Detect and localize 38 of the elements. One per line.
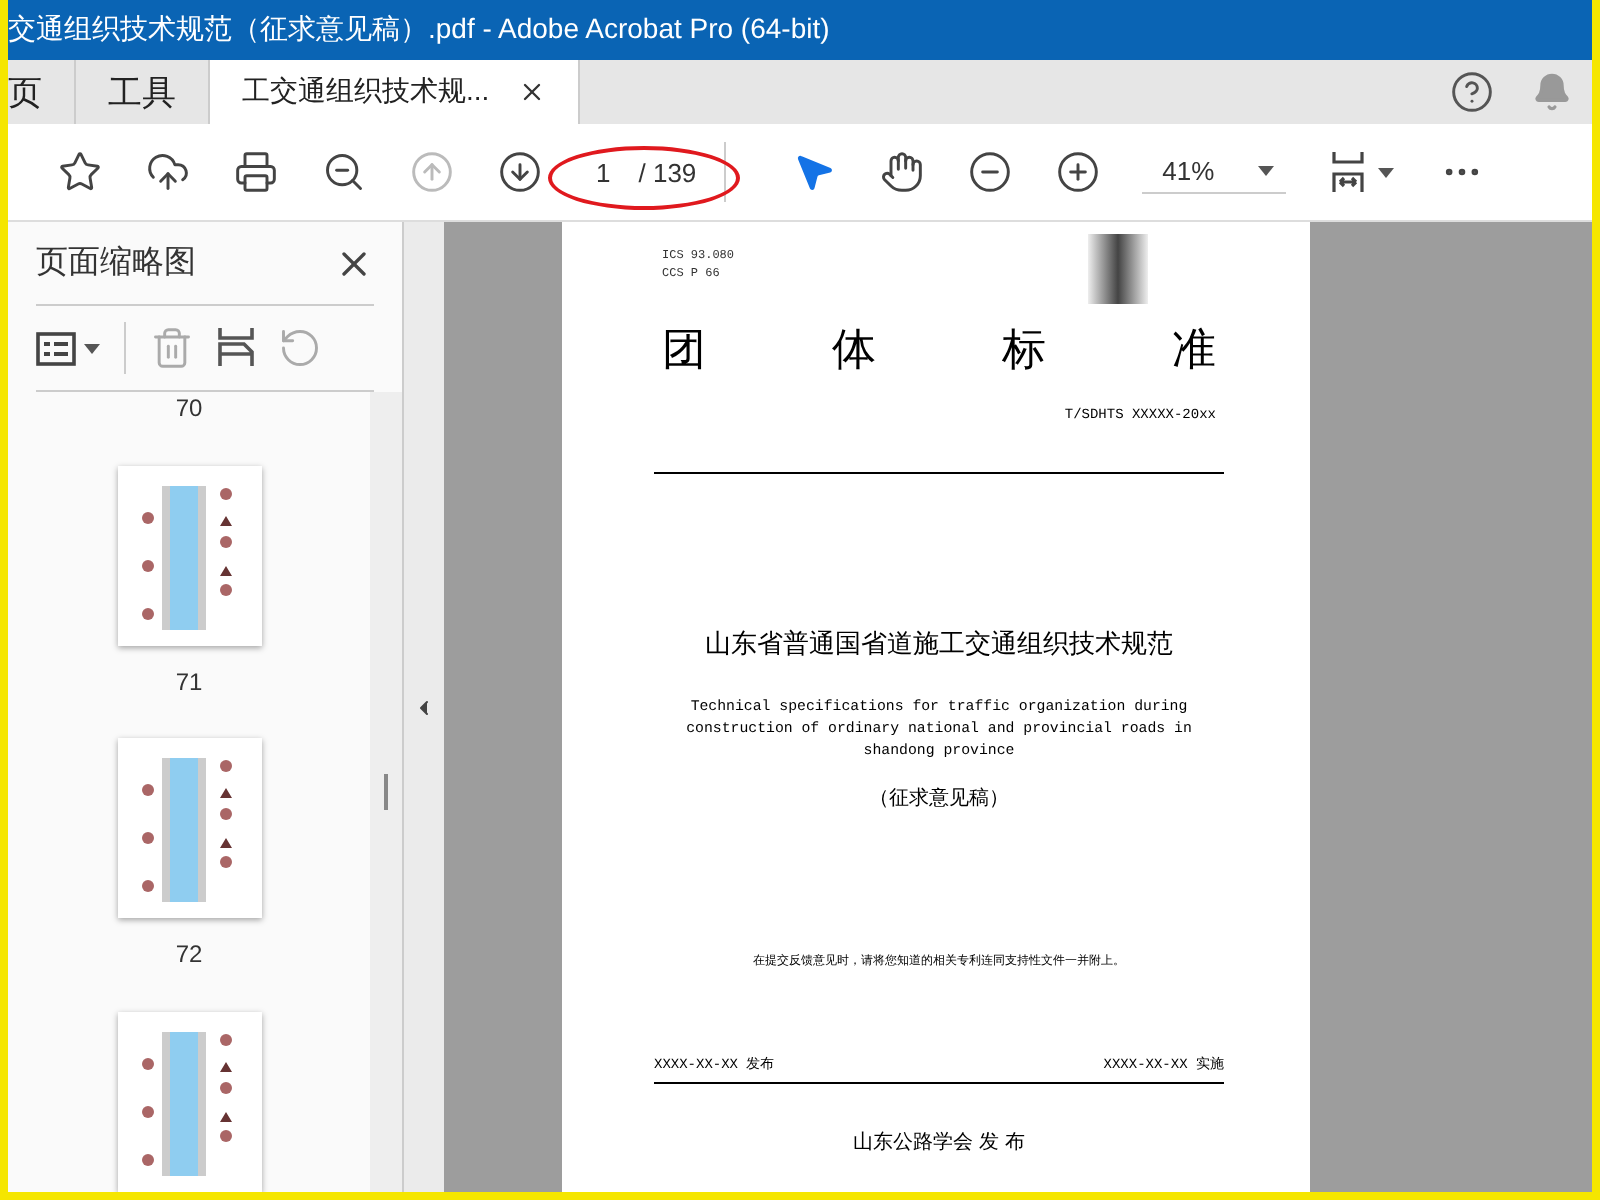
caret-icon[interactable] — [1258, 166, 1275, 176]
extract-pages-icon[interactable] — [218, 328, 254, 368]
heading-character: 准 — [1172, 324, 1216, 380]
upload-icon[interactable] — [146, 150, 190, 194]
draft-label: （征求意见稿） — [867, 785, 1011, 812]
heading-character: 团 — [662, 324, 706, 380]
caret-icon[interactable] — [1378, 167, 1395, 177]
heading-character: 体 — [832, 324, 876, 380]
zoom-out-icon[interactable] — [322, 150, 366, 194]
caret-icon[interactable] — [84, 343, 100, 353]
help-icon[interactable] — [1450, 70, 1494, 114]
star-icon[interactable] — [58, 150, 102, 194]
zoom-in-icon[interactable] — [1056, 150, 1101, 194]
page-number: 72 — [175, 940, 203, 973]
window-title: 交通组织技术规范（征求意见稿）.pdf - Adobe Acrobat Pro (64-bit) — [8, 12, 830, 48]
page-thumbnail[interactable] — [117, 1011, 261, 1192]
heading-character: 标 — [1002, 324, 1046, 380]
options-icon[interactable] — [36, 331, 76, 365]
hand-icon[interactable] — [880, 150, 925, 194]
fit-page-icon[interactable] — [1330, 150, 1367, 194]
page-number: 70 — [175, 394, 203, 427]
page-count: / 139 — [638, 157, 697, 187]
publisher: 山东公路学会 发 布 — [850, 1129, 1028, 1156]
panel-title: 页面缩略图 — [36, 243, 196, 284]
print-icon[interactable] — [234, 150, 278, 194]
next-page-icon[interactable] — [498, 150, 542, 194]
zoom-dropdown[interactable]: 41% — [1142, 150, 1287, 194]
page-number-field[interactable]: 1 — [596, 157, 611, 187]
page-number: 71 — [175, 667, 203, 700]
page-thumbnail[interactable] — [117, 738, 261, 919]
scrollbar[interactable] — [370, 392, 402, 1192]
tab[interactable]: 工交通组织技术规... — [210, 60, 580, 124]
zoom-out-icon[interactable] — [968, 150, 1013, 194]
page-thumbnail[interactable] — [117, 465, 261, 646]
tab[interactable]: 页 — [8, 60, 76, 124]
document-title: 山东省普通国省道施工交通组织技术规范 — [703, 627, 1175, 662]
logo-image — [1088, 234, 1148, 304]
pointer-icon[interactable] — [792, 150, 837, 194]
